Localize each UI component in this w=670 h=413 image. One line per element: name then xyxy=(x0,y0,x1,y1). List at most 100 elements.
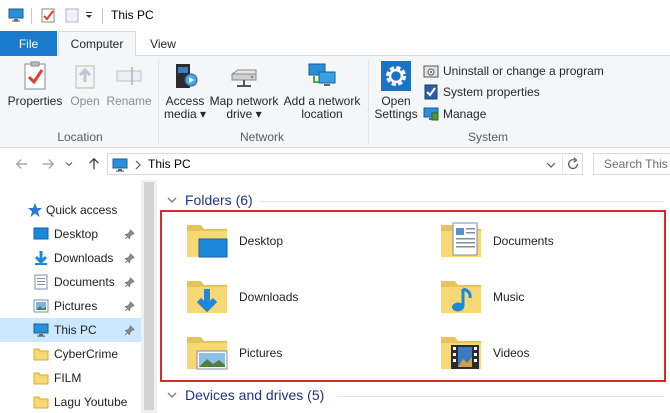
add-network-location-button[interactable]: Add a network location xyxy=(282,60,362,121)
nav-item-label: CyberCrime xyxy=(54,347,119,361)
devices-section-title: Devices and drives (5) xyxy=(185,387,325,403)
gear-icon xyxy=(381,61,411,91)
open-button[interactable]: Open xyxy=(66,60,104,108)
nav-item-label: Pictures xyxy=(54,299,98,313)
chevron-down-icon xyxy=(167,197,177,203)
nav-item-label: FILM xyxy=(54,371,82,385)
pin-icon[interactable] xyxy=(124,277,135,288)
recent-locations-button[interactable] xyxy=(64,156,74,172)
nav-item-film[interactable]: FILM xyxy=(0,366,141,390)
chevron-down-icon xyxy=(167,392,177,398)
folder-icon xyxy=(33,372,49,385)
address-path: This PC xyxy=(148,157,191,171)
navigation-bar: This PC Search This PC xyxy=(0,148,670,180)
chevron-down-icon xyxy=(65,162,73,167)
nav-item-lagu-youtube[interactable]: Lagu Youtube xyxy=(0,390,141,413)
desktop-icon xyxy=(33,227,49,240)
group-separator xyxy=(368,60,369,144)
nav-item-quick-access[interactable]: Quick access xyxy=(0,198,141,222)
up-button[interactable] xyxy=(86,156,102,172)
ribbon: Properties Open Rename Location Access m… xyxy=(0,56,670,148)
scrollbar-thumb[interactable] xyxy=(144,182,154,410)
network-location-icon xyxy=(308,63,336,86)
folders-section-header[interactable]: Folders (6) xyxy=(167,192,253,208)
media-icon xyxy=(176,64,198,88)
system-properties-icon xyxy=(424,84,438,100)
properties-label: Properties xyxy=(7,94,63,108)
network-drive-icon xyxy=(231,69,257,87)
arrow-left-icon xyxy=(15,159,28,169)
pin-icon[interactable] xyxy=(124,301,135,312)
nav-item-downloads[interactable]: Downloads xyxy=(0,246,141,270)
open-label: Open xyxy=(70,94,100,108)
map-network-drive-label-2: drive ▾ xyxy=(226,107,262,121)
open-icon xyxy=(75,65,95,89)
search-input[interactable]: Search This PC xyxy=(604,157,670,171)
map-network-drive-button[interactable]: Map network drive ▾ xyxy=(208,60,280,121)
nav-item-documents[interactable]: Documents xyxy=(0,270,141,294)
pin-icon[interactable] xyxy=(124,229,135,240)
pin-icon[interactable] xyxy=(124,253,135,264)
properties-button[interactable]: Properties xyxy=(6,60,64,108)
nav-item-cybercrime[interactable]: CyberCrime xyxy=(0,342,141,366)
folders-section-title: Folders (6) xyxy=(185,192,253,208)
navigation-scrollbar[interactable] xyxy=(141,180,157,413)
add-network-location-label-2: location xyxy=(301,107,343,121)
access-media-button[interactable]: Access media ▾ xyxy=(162,60,208,121)
document-icon xyxy=(34,274,48,290)
properties-quick-icon[interactable] xyxy=(40,7,56,23)
nav-item-pictures[interactable]: Pictures xyxy=(0,294,141,318)
system-properties-label: System properties xyxy=(443,85,540,99)
forward-button[interactable] xyxy=(40,156,56,172)
system-group-label: System xyxy=(467,130,508,144)
properties-icon xyxy=(24,61,46,90)
new-folder-quick-icon[interactable] xyxy=(64,7,80,23)
customize-toolbar-icon[interactable] xyxy=(84,7,94,23)
pin-icon[interactable] xyxy=(124,325,135,336)
manage-button[interactable]: Manage xyxy=(423,104,486,124)
ribbon-tabs: File Computer View xyxy=(0,31,670,57)
rename-label: Rename xyxy=(106,94,152,108)
address-bar[interactable]: This PC xyxy=(107,153,583,175)
devices-section-header[interactable]: Devices and drives (5) xyxy=(167,387,324,403)
uninstall-program-button[interactable]: Uninstall or change a program xyxy=(423,61,604,81)
manage-label: Manage xyxy=(443,107,487,121)
nav-item-label: Documents xyxy=(54,275,115,289)
folder-icon xyxy=(33,396,49,409)
network-group-label: Network xyxy=(239,130,284,144)
manage-icon xyxy=(423,107,439,121)
rename-icon xyxy=(116,67,142,85)
arrow-up-icon xyxy=(89,157,99,170)
tab-computer[interactable]: Computer xyxy=(58,31,136,57)
section-divider xyxy=(337,396,664,397)
download-icon xyxy=(34,251,48,265)
nav-item-label: Lagu Youtube xyxy=(54,395,128,409)
folders-highlight-box xyxy=(160,210,666,382)
location-group-label: Location xyxy=(57,130,103,144)
window-title: This PC xyxy=(111,8,154,22)
nav-item-label: Desktop xyxy=(54,227,99,241)
group-separator xyxy=(158,60,159,144)
chevron-down-icon[interactable] xyxy=(546,160,556,170)
nav-item-desktop[interactable]: Desktop xyxy=(0,222,141,246)
title-bar: This PC xyxy=(0,0,670,31)
nav-item-label: Quick access xyxy=(46,203,118,217)
tab-file[interactable]: File xyxy=(0,31,57,56)
nav-item-this-pc[interactable]: This PC xyxy=(0,318,141,342)
open-settings-button[interactable]: Open Settings xyxy=(372,60,420,121)
refresh-icon[interactable] xyxy=(566,157,580,171)
star-icon xyxy=(28,203,42,217)
chevron-right-icon[interactable] xyxy=(134,160,142,170)
search-box[interactable]: Search This PC xyxy=(593,153,670,175)
system-properties-button[interactable]: System properties xyxy=(423,82,540,102)
monitor-icon[interactable] xyxy=(8,7,24,23)
picture-icon xyxy=(33,299,49,313)
nav-item-label: Downloads xyxy=(54,251,114,265)
title-separator xyxy=(102,8,103,24)
back-button[interactable] xyxy=(14,156,30,172)
tab-view[interactable]: View xyxy=(138,31,188,56)
rename-button[interactable]: Rename xyxy=(106,60,152,108)
title-separator xyxy=(31,8,32,24)
section-divider xyxy=(259,201,664,202)
uninstall-program-label: Uninstall or change a program xyxy=(443,64,604,78)
